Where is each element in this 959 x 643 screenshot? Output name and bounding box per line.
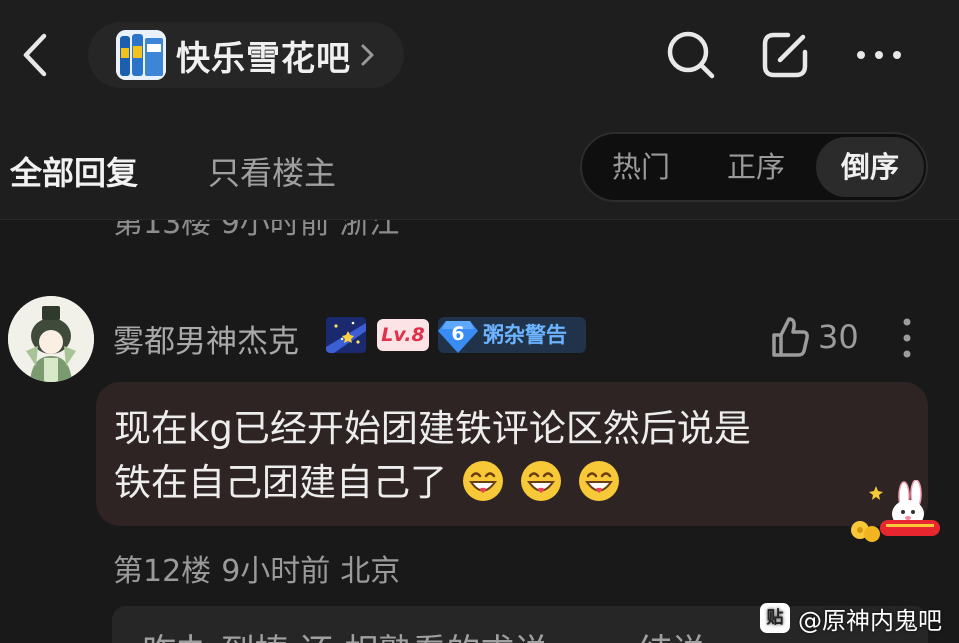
grin-emoji-icon <box>463 461 503 501</box>
username[interactable]: 雾都男神杰克 <box>113 316 299 361</box>
back-button[interactable] <box>14 30 58 80</box>
title-badge-number: 6 <box>451 323 465 345</box>
thumbs-up-icon <box>772 317 809 357</box>
post-more-button[interactable] <box>890 316 924 360</box>
festive-rabbit-icon[interactable] <box>846 479 946 546</box>
user-avatar[interactable] <box>8 296 94 382</box>
title-badge-text: 粥杂警告 <box>483 323 567 347</box>
tieba-logo-icon: 贴 <box>760 603 790 633</box>
filter-bar: 全部回复 只看楼主 热门 正序 倒序 <box>0 112 959 220</box>
post-time: 9小时前 <box>221 554 331 589</box>
level-badge: Lv.8 <box>377 319 429 351</box>
floor-number: 第12楼 <box>113 554 212 589</box>
sort-toggle: 热门 正序 倒序 <box>580 132 928 202</box>
more-button[interactable] <box>852 28 906 82</box>
edit-button[interactable] <box>758 28 812 82</box>
tab-op-only[interactable]: 只看楼主 <box>208 148 336 194</box>
medal-icon <box>326 317 366 353</box>
tab-all-replies[interactable]: 全部回复 <box>10 148 138 194</box>
post-content-line-text: 铁在自己团建自己了 <box>114 461 447 504</box>
floor-meta: 第12楼 9小时前 北京 <box>113 546 410 590</box>
post-content-line: 铁在自己团建自己了 <box>114 456 928 510</box>
sort-hot[interactable]: 热门 <box>586 134 696 200</box>
thread-page: 第13楼 9小时前 浙江 快乐雪花吧 全部回复 只看楼主 热门 正序 倒序 雾都… <box>0 0 959 643</box>
watermark: 贴 @原神内鬼吧 <box>760 598 942 638</box>
forum-name: 快乐雪花吧 <box>176 38 351 79</box>
forum-link[interactable]: 快乐雪花吧 <box>88 22 404 88</box>
top-bar: 快乐雪花吧 <box>0 0 959 112</box>
sort-ascending[interactable]: 正序 <box>700 134 812 200</box>
chevron-right-icon <box>361 44 374 66</box>
post-content-line: 现在kg已经开始团建铁评论区然后说是 <box>114 407 751 450</box>
edit-icon <box>762 32 808 78</box>
search-icon <box>667 31 715 79</box>
post-content: 现在kg已经开始团建铁评论区然后说是 铁在自己团建自己了 <box>114 402 928 510</box>
grin-emoji-icon <box>521 461 561 501</box>
sort-descending[interactable]: 倒序 <box>816 137 924 197</box>
title-badge[interactable]: 6 粥杂警告 <box>438 317 586 353</box>
forum-avatar <box>116 30 166 80</box>
like-count: 30 <box>818 318 859 356</box>
back-arrow-icon <box>23 33 47 77</box>
post-content-bubble: 现在kg已经开始团建铁评论区然后说是 铁在自己团建自己了 <box>96 382 928 526</box>
more-vertical-icon <box>903 318 911 358</box>
like-button[interactable]: 30 <box>770 312 859 362</box>
post-location: 北京 <box>340 554 401 589</box>
grin-emoji-icon <box>579 461 619 501</box>
search-button[interactable] <box>664 28 718 82</box>
sub-reply-text: 咋办 到捧·还 相熟看的求说 …… 结说 <box>142 624 706 643</box>
watermark-text: @原神内鬼吧 <box>798 606 942 635</box>
more-icon <box>857 51 901 59</box>
